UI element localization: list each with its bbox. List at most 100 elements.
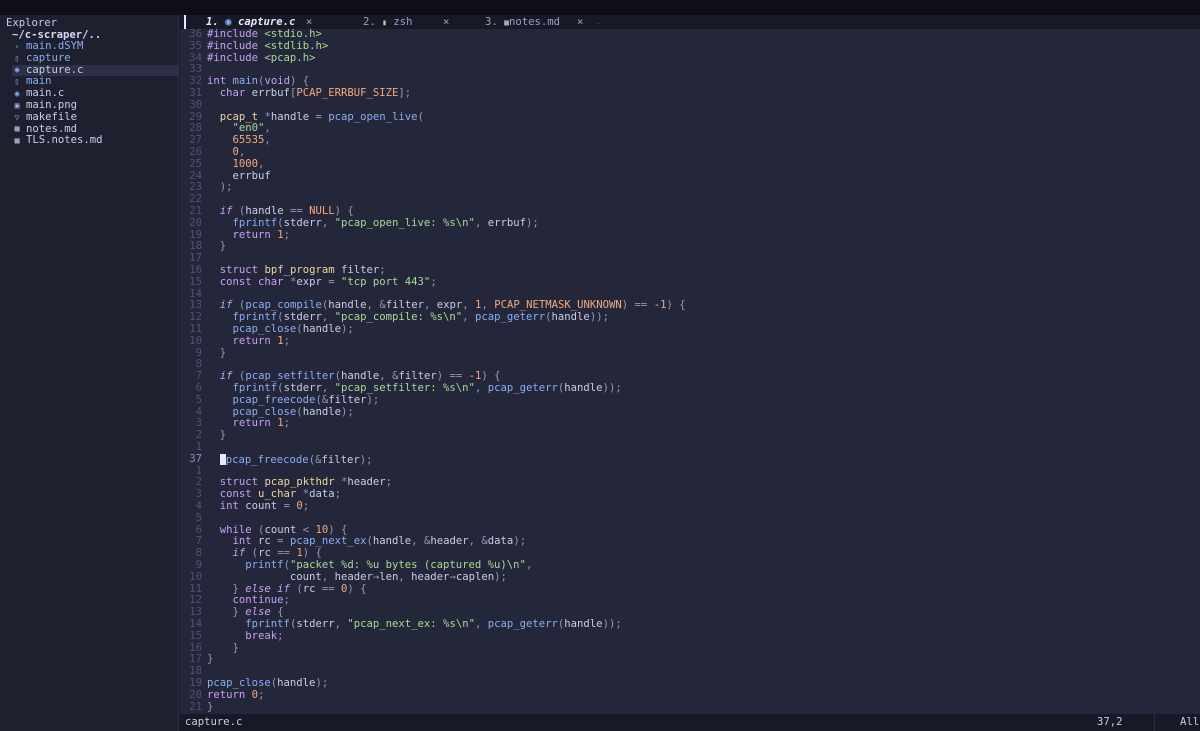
code-text[interactable]: return 0; — [207, 689, 264, 702]
code-text[interactable]: const char *expr = "tcp port 443"; — [207, 276, 437, 289]
code-text[interactable]: } — [207, 429, 226, 442]
code-line[interactable]: 15 const char *expr = "tcp port 443"; — [180, 275, 1200, 289]
c-file-icon: ◉ — [14, 65, 20, 75]
code-line[interactable]: 7 int rc = pcap_next_ex(handle, &header,… — [180, 535, 1200, 548]
code-text[interactable]: char errbuf[PCAP_ERRBUF_SIZE]; — [207, 87, 411, 100]
line-number: 30 — [189, 98, 202, 111]
code-line[interactable]: 4 pcap_close(handle); — [180, 406, 1200, 419]
code-line[interactable]: 19 return 1; — [180, 229, 1200, 242]
line-number: 20 — [189, 688, 202, 701]
file-icon: ▯ — [14, 77, 20, 87]
tab-index: 2. — [363, 16, 376, 28]
code-line[interactable]: 26 0, — [180, 146, 1200, 159]
code-text[interactable]: 1000, — [207, 158, 265, 171]
tree-item[interactable]: ▯ capture — [12, 51, 178, 65]
code-line[interactable]: 20 fprintf(stderr, "pcap_open_live: %s\n… — [180, 216, 1200, 230]
c-file-icon: ◉ — [14, 89, 20, 99]
code-line[interactable]: 11 } else if (rc == 0) { — [180, 583, 1200, 596]
file-tree: › main.dSYM ▯ capture ◉ capture.c ▯ main ◉ main.c… — [12, 40, 178, 147]
code-line[interactable]: 17} — [180, 653, 1200, 666]
tree-item[interactable]: ▽ makefile — [12, 110, 178, 124]
code-line[interactable]: 14 fprintf(stderr, "pcap_next_ex: %s\n",… — [180, 618, 1200, 631]
code-line[interactable]: 3 const u_char *data; — [180, 488, 1200, 501]
code-line[interactable]: 27 65535, — [180, 134, 1200, 147]
code-line[interactable]: 19 pcap_close(handle); — [180, 677, 1200, 690]
markdown-file-icon: ▦ — [14, 124, 20, 134]
code-line[interactable]: 33 — [180, 64, 1200, 76]
code-line[interactable]: 25 1000, — [180, 157, 1200, 171]
tab-zsh[interactable]: 2. ▮ zsh × — [363, 15, 449, 29]
code-line[interactable]: 3 return 1; — [180, 417, 1200, 430]
code-text[interactable]: } — [207, 240, 226, 253]
code-text[interactable]: ); — [207, 181, 233, 194]
code-line[interactable]: 11 pcap_close(handle); — [180, 323, 1200, 336]
tree-item-label: capture — [26, 51, 71, 64]
tab-index: 3. — [485, 16, 498, 28]
tree-item-label: main.png — [26, 98, 78, 111]
code-text[interactable]: } — [207, 701, 213, 714]
c-file-icon: ◉ — [225, 16, 232, 28]
tree-item[interactable]: ▣ main.png — [12, 98, 178, 112]
code-line[interactable]: 12 continue; — [180, 594, 1200, 607]
line-number: 15 — [189, 275, 202, 288]
code-line[interactable]: 10 return 1; — [180, 335, 1200, 348]
line-number: 21 — [189, 700, 202, 713]
code-text[interactable]: } — [207, 347, 226, 360]
code-line[interactable]: 2 } — [180, 429, 1200, 442]
tab-label: notes.md — [508, 16, 561, 28]
file-icon: ▯ — [14, 53, 20, 63]
code-line[interactable]: 15 break; — [180, 629, 1200, 643]
code-text[interactable]: #include <pcap.h> — [207, 52, 315, 65]
line-number: 5 — [195, 511, 202, 524]
code-line[interactable]: 36 #include <stdio.h> — [180, 28, 1200, 41]
tab-label: capture.c — [237, 16, 296, 28]
status-cursor-position: 37,2 — [1097, 716, 1123, 728]
folder-chevron-icon: › — [14, 41, 20, 51]
line-number: 25 — [189, 157, 202, 170]
code-line[interactable]: 35 #include <stdlib.h> — [180, 40, 1200, 53]
code-text[interactable]: } — [207, 653, 213, 666]
code-line[interactable]: 24 errbuf — [180, 170, 1200, 183]
code-text[interactable]: break; — [207, 630, 283, 643]
code-line[interactable]: 5 pcap_freecode(&filter); — [180, 393, 1200, 407]
line-number: 10 — [189, 570, 202, 583]
line-number: 5 — [195, 393, 202, 406]
tab-capture-c[interactable]: 1. ◉ capture.c × — [206, 15, 312, 29]
tab-index: 1. — [206, 16, 219, 28]
code-line[interactable]: 21} — [180, 700, 1200, 714]
code-text[interactable]: int count = 0; — [207, 500, 309, 513]
tab-label: zsh — [393, 16, 413, 28]
line-number: 37 — [189, 452, 202, 465]
close-icon[interactable]: × — [306, 15, 312, 29]
code-line[interactable]: 29 pcap_t *handle = pcap_open_live( — [180, 111, 1200, 124]
code-line[interactable]: 18 — [180, 665, 1200, 678]
file-explorer: Explorer ~/c-scraper/.. › main.dSYM ▯ captu… — [0, 15, 179, 731]
terminal-icon: ▮ — [382, 18, 387, 27]
code-line[interactable]: 18 } — [180, 240, 1200, 253]
code-line[interactable]: 28 "en0", — [180, 122, 1200, 135]
status-divider — [1154, 714, 1155, 731]
code-line[interactable]: 16 } — [180, 642, 1200, 655]
tab-bar: 1. ◉ capture.c × 2. ▮ zsh × 3. ▦notes.md… — [180, 15, 1200, 29]
code-line[interactable]: 23 ); — [180, 181, 1200, 194]
code-line[interactable]: 1 — [180, 441, 1200, 454]
code-line[interactable]: 31 char errbuf[PCAP_ERRBUF_SIZE]; — [180, 87, 1200, 100]
tabs-overflow[interactable]: ‥ — [596, 15, 601, 29]
code-line[interactable]: 20 return 0; — [180, 688, 1200, 702]
tab-notes-md[interactable]: 3. ▦notes.md × — [485, 15, 583, 29]
current-line[interactable]: 37 pcap_freecode(&filter); — [180, 452, 1200, 466]
status-scroll-indicator: All — [1180, 716, 1200, 728]
line-number: 15 — [189, 629, 202, 642]
code-line[interactable]: 9 } — [180, 347, 1200, 360]
explorer-title: Explorer — [6, 17, 58, 29]
code-line[interactable]: 4 int count = 0; — [180, 500, 1200, 513]
code-editor[interactable]: 36 #include <stdio.h> 35 #include <stdlib.h… — [180, 28, 1200, 714]
markdown-file-icon: ▦ — [14, 136, 20, 146]
status-filename: capture.c — [185, 716, 243, 728]
tree-item-label: makefile — [26, 110, 78, 123]
tree-item[interactable]: ▦ TLS.notes.md — [12, 135, 178, 147]
close-icon[interactable]: × — [577, 15, 583, 29]
code-line[interactable]: 34 #include <pcap.h> — [180, 52, 1200, 65]
line-number: 20 — [189, 216, 202, 229]
close-icon[interactable]: × — [443, 15, 449, 29]
